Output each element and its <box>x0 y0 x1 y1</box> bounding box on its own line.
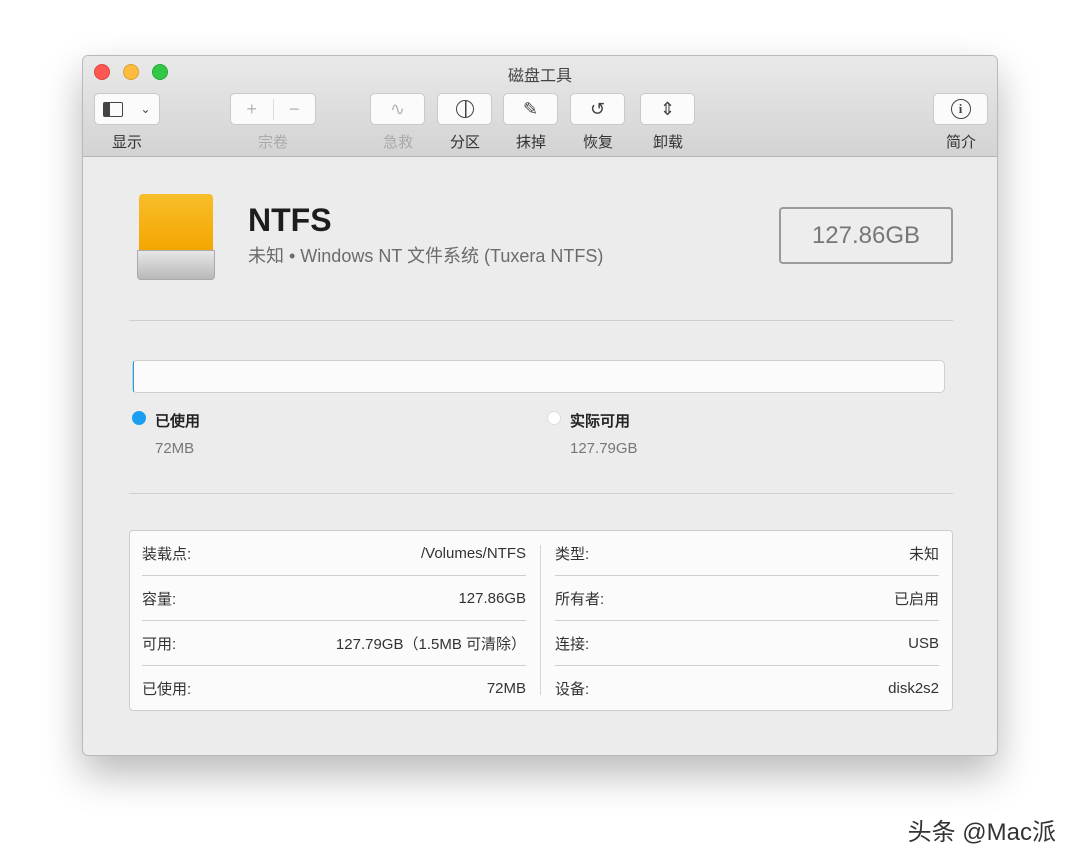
info-row: 已使用: 72MB <box>142 666 526 711</box>
info-key: 可用: <box>142 633 176 654</box>
volume-label: 宗卷 <box>243 131 303 152</box>
window-title: 磁盘工具 <box>83 62 997 86</box>
free-legend-label: 实际可用 <box>570 410 630 431</box>
view-label: 显示 <box>97 131 157 152</box>
info-key: 所有者: <box>555 588 604 609</box>
chevron-down-icon: ⌄ <box>140 102 150 116</box>
info-label: 简介 <box>931 131 991 152</box>
restore-label: 恢复 <box>568 131 628 152</box>
info-value: 72MB <box>487 680 526 697</box>
usage-bar <box>132 360 945 393</box>
unmount-icon: ⇕ <box>660 99 675 120</box>
info-row: 容量: 127.86GB <box>142 576 526 621</box>
stethoscope-icon: ∿ <box>390 99 405 120</box>
info-row: 连接: USB <box>555 621 939 666</box>
info-key: 装载点: <box>142 543 191 564</box>
info-key: 已使用: <box>142 678 191 699</box>
volume-name: NTFS <box>248 202 332 239</box>
volume-capacity: 127.86GB <box>779 207 953 264</box>
info-value: 127.79GB（1.5MB 可清除） <box>336 633 526 654</box>
drive-icon <box>137 194 215 280</box>
volume-button-group: + − <box>230 93 316 125</box>
free-value: 127.79GB <box>570 440 638 457</box>
info-value: 已启用 <box>894 588 939 609</box>
sidebar-icon <box>103 102 123 117</box>
partition-button[interactable] <box>437 93 492 125</box>
column-divider <box>540 545 541 695</box>
info-key: 连接: <box>555 633 589 654</box>
info-row: 类型: 未知 <box>555 531 939 576</box>
info-button[interactable]: i <box>933 93 988 125</box>
used-legend-dot <box>132 411 146 425</box>
info-key: 容量: <box>142 588 176 609</box>
unmount-button[interactable]: ⇕ <box>640 93 695 125</box>
erase-label: 抹掉 <box>501 131 561 152</box>
erase-icon: ✎ <box>523 99 538 120</box>
info-value: disk2s2 <box>888 680 939 697</box>
partition-label: 分区 <box>435 131 495 152</box>
volume-subtitle: 未知 • Windows NT 文件系统 (Tuxera NTFS) <box>248 242 603 268</box>
watermark: 头条 @Mac派 <box>908 812 1056 847</box>
info-key: 设备: <box>555 678 589 699</box>
info-value: /Volumes/NTFS <box>421 545 526 562</box>
info-row: 装载点: /Volumes/NTFS <box>142 531 526 576</box>
used-legend-label: 已使用 <box>155 410 200 431</box>
info-row: 所有者: 已启用 <box>555 576 939 621</box>
restore-icon: ↺ <box>590 99 605 120</box>
toolbar: 磁盘工具 ⌄ 显示 + − 宗卷 ∿ 急救 分区 ✎ 抹掉 ↺ 恢复 ⇕ 卸载 … <box>83 56 997 157</box>
info-row: 可用: 127.79GB（1.5MB 可清除） <box>142 621 526 666</box>
info-value: 未知 <box>909 543 939 564</box>
add-volume-button[interactable]: + <box>231 99 274 120</box>
remove-volume-button[interactable]: − <box>274 99 316 120</box>
divider <box>129 320 953 321</box>
erase-button[interactable]: ✎ <box>503 93 558 125</box>
first-aid-button[interactable]: ∿ <box>370 93 425 125</box>
pie-chart-icon <box>456 100 474 118</box>
used-value: 72MB <box>155 440 194 457</box>
divider <box>129 493 953 494</box>
first-aid-label: 急救 <box>368 131 428 152</box>
disk-utility-window: 磁盘工具 ⌄ 显示 + − 宗卷 ∿ 急救 分区 ✎ 抹掉 ↺ 恢复 ⇕ 卸载 … <box>82 55 998 756</box>
info-key: 类型: <box>555 543 589 564</box>
unmount-label: 卸载 <box>638 131 698 152</box>
info-table: 装载点: /Volumes/NTFS 容量: 127.86GB 可用: 127.79G… <box>129 530 953 711</box>
info-row: 设备: disk2s2 <box>555 666 939 711</box>
info-icon: i <box>951 99 971 119</box>
restore-button[interactable]: ↺ <box>570 93 625 125</box>
info-value: 127.86GB <box>458 590 526 607</box>
info-value: USB <box>908 635 939 652</box>
free-legend-dot <box>547 411 561 425</box>
view-button[interactable]: ⌄ <box>94 93 160 125</box>
